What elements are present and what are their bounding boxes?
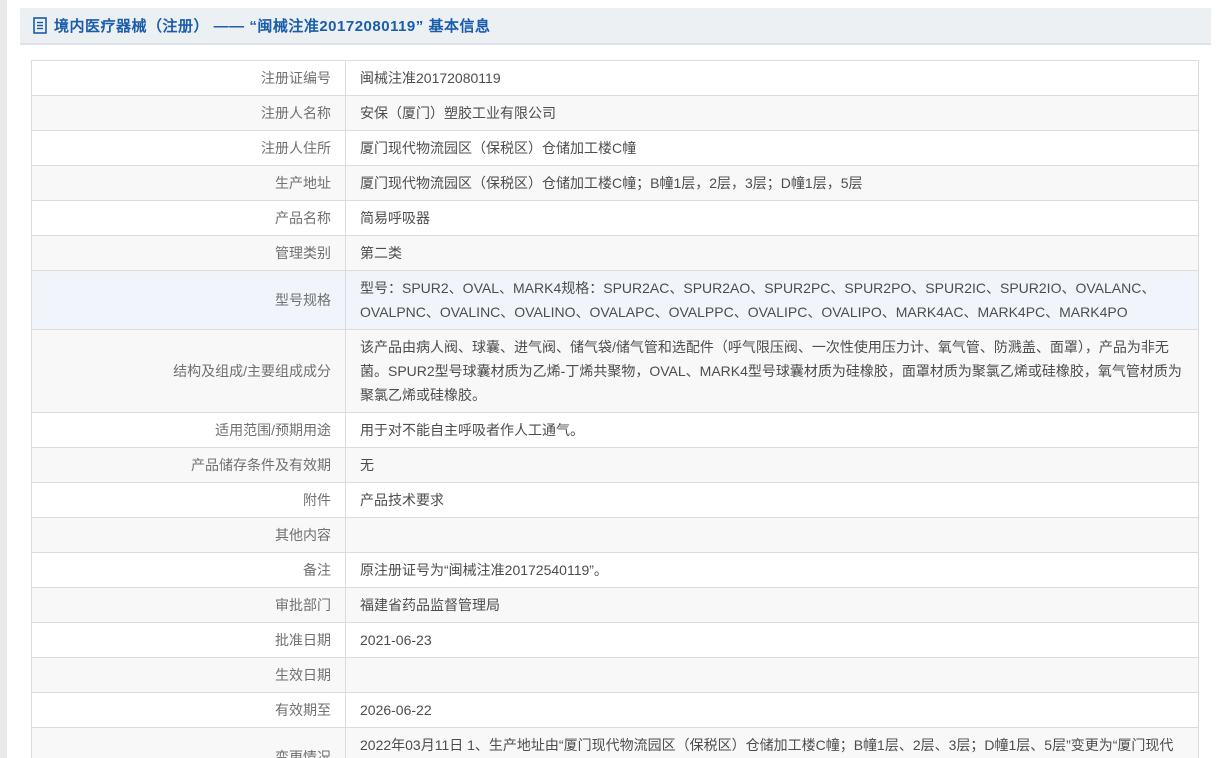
document-icon bbox=[33, 17, 48, 34]
table-row: 管理类别 第二类 bbox=[31, 235, 1199, 271]
row-value: 简易呼吸器 bbox=[345, 200, 1199, 236]
row-value: 闽械注准20172080119 bbox=[345, 60, 1199, 96]
row-value bbox=[345, 517, 1199, 553]
row-label: 产品储存条件及有效期 bbox=[31, 447, 346, 483]
table-row: 附件 产品技术要求 bbox=[31, 482, 1199, 518]
row-value: 福建省药品监督管理局 bbox=[345, 587, 1199, 623]
row-label: 型号规格 bbox=[31, 270, 346, 330]
page-title: 境内医疗器械（注册） —— “闽械注准20172080119” 基本信息 bbox=[54, 18, 491, 35]
row-label: 其他内容 bbox=[31, 517, 346, 553]
row-value: 用于对不能自主呼吸者作人工通气。 bbox=[345, 412, 1199, 448]
table-row: 有效期至 2026-06-22 bbox=[31, 692, 1199, 728]
row-value: 第二类 bbox=[345, 235, 1199, 271]
row-value: 2021-06-23 bbox=[345, 622, 1199, 658]
row-label: 变更情况 bbox=[31, 727, 346, 758]
row-value: 无 bbox=[345, 447, 1199, 483]
table-row: 型号规格 型号：SPUR2、OVAL、MARK4规格：SPUR2AC、SPUR2A… bbox=[31, 270, 1199, 330]
table-row: 备注 原注册证号为“闽械注准20172540119”。 bbox=[31, 552, 1199, 588]
table-row: 其他内容 bbox=[31, 517, 1199, 553]
row-value: 厦门现代物流园区（保税区）仓储加工楼C幢；B幢1层，2层，3层；D幢1层，5层 bbox=[345, 165, 1199, 201]
row-label: 产品名称 bbox=[31, 200, 346, 236]
table-row: 变更情况 2022年03月11日 1、生产地址由“厦门现代物流园区（保税区）仓储加… bbox=[31, 727, 1199, 758]
row-value: 安保（厦门）塑胶工业有限公司 bbox=[345, 95, 1199, 131]
table-row: 生效日期 bbox=[31, 657, 1199, 693]
row-value: 厦门现代物流园区（保税区）仓储加工楼C幢 bbox=[345, 130, 1199, 166]
row-label: 管理类别 bbox=[31, 235, 346, 271]
row-value bbox=[345, 657, 1199, 693]
row-label: 附件 bbox=[31, 482, 346, 518]
row-label: 适用范围/预期用途 bbox=[31, 412, 346, 448]
table-row: 产品储存条件及有效期无 bbox=[31, 447, 1199, 483]
row-label: 生产地址 bbox=[31, 165, 346, 201]
row-label: 生效日期 bbox=[31, 657, 346, 693]
row-label: 注册证编号 bbox=[31, 60, 346, 96]
row-value: 2022年03月11日 1、生产地址由“厦门现代物流园区（保税区）仓储加工楼C幢… bbox=[345, 727, 1199, 758]
table-row: 注册人住所 厦门现代物流园区（保税区）仓储加工楼C幢 bbox=[31, 130, 1199, 166]
row-value: 产品技术要求 bbox=[345, 482, 1199, 518]
row-label: 有效期至 bbox=[31, 692, 346, 728]
table-row: 注册人名称 安保（厦门）塑胶工业有限公司 bbox=[31, 95, 1199, 131]
row-label: 备注 bbox=[31, 552, 346, 588]
row-value: 该产品由病人阀、球囊、进气阀、储气袋/储气管和选配件（呼气限压阀、一次性使用压力… bbox=[345, 329, 1199, 413]
row-value: 2026-06-22 bbox=[345, 692, 1199, 728]
table-row: 生产地址 厦门现代物流园区（保税区）仓储加工楼C幢；B幢1层，2层，3层；D幢1层… bbox=[31, 165, 1199, 201]
row-label: 批准日期 bbox=[31, 622, 346, 658]
registration-info-table: 注册证编号 闽械注准20172080119 注册人名称 安保（厦门）塑胶工业有限公司注… bbox=[31, 60, 1199, 758]
row-value: 型号：SPUR2、OVAL、MARK4规格：SPUR2AC、SPUR2AO、SP… bbox=[345, 270, 1199, 330]
table-row: 适用范围/预期用途 用于对不能自主呼吸者作人工通气。 bbox=[31, 412, 1199, 448]
table-row: 产品名称 简易呼吸器 bbox=[31, 200, 1199, 236]
table-row: 结构及组成/主要组成成分 该产品由病人阀、球囊、进气阀、储气袋/储气管和选配件（呼… bbox=[31, 329, 1199, 413]
row-label: 结构及组成/主要组成成分 bbox=[31, 329, 346, 413]
registration-info-table-container: 注册证编号 闽械注准20172080119 注册人名称 安保（厦门）塑胶工业有限公司注… bbox=[31, 60, 1199, 758]
table-row: 审批部门 福建省药品监督管理局 bbox=[31, 587, 1199, 623]
row-label: 注册人名称 bbox=[31, 95, 346, 131]
table-row: 注册证编号 闽械注准20172080119 bbox=[31, 60, 1199, 96]
table-row: 批准日期 2021-06-23 bbox=[31, 622, 1199, 658]
window-left-edge bbox=[0, 0, 7, 758]
page-header: 境内医疗器械（注册） —— “闽械注准20172080119” 基本信息 bbox=[20, 8, 1211, 45]
row-label: 注册人住所 bbox=[31, 130, 346, 166]
row-label: 审批部门 bbox=[31, 587, 346, 623]
row-value: 原注册证号为“闽械注准20172540119”。 bbox=[345, 552, 1199, 588]
